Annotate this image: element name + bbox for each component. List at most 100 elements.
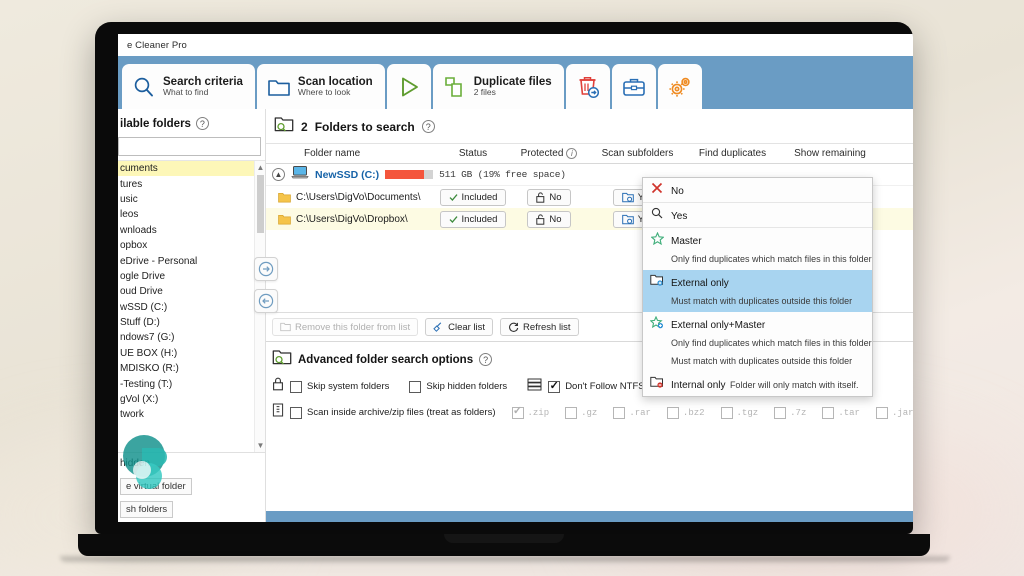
- arrow-left-circle-icon[interactable]: [254, 289, 278, 313]
- column-find-duplicates[interactable]: Find duplicates: [685, 148, 780, 159]
- tab-run-scan[interactable]: [386, 64, 431, 109]
- list-item[interactable]: gVol (X:): [118, 392, 265, 407]
- skip-hidden-folders-checkbox[interactable]: [409, 380, 422, 393]
- ext-7z-option[interactable]: .7z: [774, 406, 806, 419]
- sidebar-search-input[interactable]: [118, 137, 261, 156]
- list-item[interactable]: eDrive - Personal: [118, 253, 265, 268]
- dropdown-item-internal-only[interactable]: Internal only Folder will only match wit…: [643, 372, 872, 396]
- find-duplicates-dropdown[interactable]: No Yes Master Only find duplicates which…: [642, 177, 873, 397]
- list-item[interactable]: UE BOX (H:): [118, 346, 265, 361]
- ext-rar-checkbox[interactable]: [613, 406, 626, 419]
- list-item[interactable]: -Testing (T:): [118, 376, 265, 391]
- dropdown-item-external-only[interactable]: External only Must match with duplicates…: [643, 270, 872, 312]
- help-icon[interactable]: ?: [479, 353, 493, 366]
- list-item[interactable]: leos: [118, 207, 265, 222]
- available-folders-list[interactable]: cuments tures usic leos wnloads opbox eD…: [118, 160, 265, 452]
- info-icon[interactable]: i: [566, 148, 578, 159]
- tab-duplicate-files[interactable]: Duplicate files 2 files: [432, 64, 564, 109]
- chevron-down-icon[interactable]: ▼: [255, 440, 265, 451]
- tab-search-criteria[interactable]: Search criteria What to find: [122, 64, 255, 109]
- folder-count: 2: [301, 119, 308, 134]
- skip-system-folders-checkbox[interactable]: [290, 380, 302, 393]
- status-pill[interactable]: Included: [439, 188, 507, 206]
- list-item[interactable]: twork: [118, 407, 265, 422]
- ext-tar-checkbox[interactable]: [822, 406, 835, 419]
- tab-settings[interactable]: [657, 64, 702, 109]
- status-pill[interactable]: Included: [439, 210, 507, 228]
- ext-gz-option[interactable]: .gz: [565, 406, 598, 419]
- row-status-cell[interactable]: Included: [438, 188, 508, 206]
- list-item[interactable]: tures: [118, 176, 265, 191]
- dropdown-item-no[interactable]: No: [643, 178, 872, 203]
- list-item[interactable]: usic: [118, 192, 265, 207]
- ext-bz2-checkbox[interactable]: [666, 406, 679, 419]
- ext-jar-option[interactable]: .jar: [875, 406, 913, 419]
- ntfs-mountpoints-checkbox[interactable]: [548, 380, 561, 393]
- list-item[interactable]: ogle Drive: [118, 269, 265, 284]
- tab-delete-action[interactable]: [565, 64, 610, 109]
- scrollbar-thumb[interactable]: [257, 175, 264, 233]
- magnifier-icon: [649, 206, 665, 219]
- arrow-right-circle-icon[interactable]: [254, 257, 278, 281]
- list-item[interactable]: wSSD (C:): [118, 300, 265, 315]
- ext-tgz-option[interactable]: .tgz: [720, 406, 758, 419]
- row-protected-cell[interactable]: No: [508, 188, 590, 206]
- status-label: Included: [461, 191, 498, 203]
- refresh-folders-button[interactable]: sh folders: [120, 501, 174, 518]
- scan-archives-option[interactable]: Scan inside archive/zip files (treat as …: [290, 406, 496, 419]
- list-item[interactable]: Stuff (D:): [118, 315, 265, 330]
- scan-archives-checkbox[interactable]: [290, 406, 302, 419]
- column-show-remaining[interactable]: Show remaining: [780, 148, 880, 159]
- folders-to-search-panel: 2 Folders to search ? Gr Folder name Sta…: [266, 109, 913, 522]
- ext-gz-label: .gz: [581, 407, 598, 418]
- skip-system-folders-option[interactable]: Skip system folders: [290, 380, 389, 393]
- row-folder-name[interactable]: C:\Users\DigVo\Dropbox\: [266, 214, 438, 225]
- dropdown-item-external-only-master[interactable]: External only+Master Only find duplicate…: [643, 312, 872, 372]
- ext-bz2-option[interactable]: .bz2: [666, 406, 705, 419]
- list-item[interactable]: cuments: [118, 161, 265, 177]
- tab-tools[interactable]: [611, 64, 656, 109]
- ext-jar-checkbox[interactable]: [875, 406, 888, 419]
- column-protected[interactable]: Protected i: [508, 148, 590, 159]
- ext-zip-checkbox[interactable]: [511, 406, 524, 419]
- ext-tar-option[interactable]: .tar: [822, 406, 860, 419]
- laptop-icon: [291, 165, 309, 184]
- list-item[interactable]: ndows7 (G:): [118, 330, 265, 345]
- column-folder-name[interactable]: Folder name: [266, 148, 438, 159]
- protected-pill[interactable]: No: [527, 188, 571, 206]
- table-header-row: Folder name Status Protected i Scan subf…: [266, 143, 913, 164]
- ext-7z-checkbox[interactable]: [774, 406, 787, 419]
- tab-scan-location[interactable]: Scan location Where to look: [256, 64, 385, 109]
- ext-zip-option[interactable]: .zip: [511, 406, 549, 419]
- list-item[interactable]: MDISKO (R:): [118, 361, 265, 376]
- ext-rar-option[interactable]: .rar: [613, 406, 651, 419]
- row-protected-cell[interactable]: No: [508, 210, 590, 228]
- drive-name[interactable]: NewSSD (C:): [315, 169, 379, 181]
- chevron-up-icon[interactable]: ▲: [272, 168, 285, 181]
- clear-list-label: Clear list: [448, 321, 486, 333]
- dropdown-item-yes[interactable]: Yes: [643, 203, 872, 228]
- help-icon[interactable]: ?: [195, 117, 209, 130]
- dropdown-item-master[interactable]: Master Only find duplicates which match …: [643, 228, 872, 270]
- column-scan-subfolders[interactable]: Scan subfolders: [590, 148, 685, 159]
- clear-list-button[interactable]: Clear list: [425, 318, 494, 336]
- chevron-up-icon[interactable]: ▲: [255, 162, 265, 173]
- dropdown-item-title: Master: [671, 236, 702, 247]
- row-folder-name[interactable]: C:\Users\DigVo\Documents\: [266, 192, 438, 203]
- row-status-cell[interactable]: Included: [438, 210, 508, 228]
- ext-tgz-checkbox[interactable]: [720, 406, 733, 419]
- duplicate-files-icon: [443, 75, 467, 99]
- skip-hidden-folders-option[interactable]: Skip hidden folders: [409, 380, 507, 393]
- column-status[interactable]: Status: [438, 148, 508, 159]
- refresh-list-button[interactable]: Refresh list: [500, 318, 579, 336]
- laptop-base: [78, 534, 930, 556]
- remove-folder-button[interactable]: Remove this folder from list: [272, 318, 419, 336]
- advanced-options-title: Advanced folder search options: [298, 353, 474, 366]
- list-item[interactable]: opbox: [118, 238, 265, 253]
- protected-pill[interactable]: No: [527, 210, 571, 228]
- star-plus-icon: [649, 315, 665, 330]
- ext-gz-checkbox[interactable]: [565, 406, 578, 419]
- list-item[interactable]: wnloads: [118, 223, 265, 238]
- help-icon[interactable]: ?: [421, 120, 435, 133]
- list-item[interactable]: oud Drive: [118, 284, 265, 299]
